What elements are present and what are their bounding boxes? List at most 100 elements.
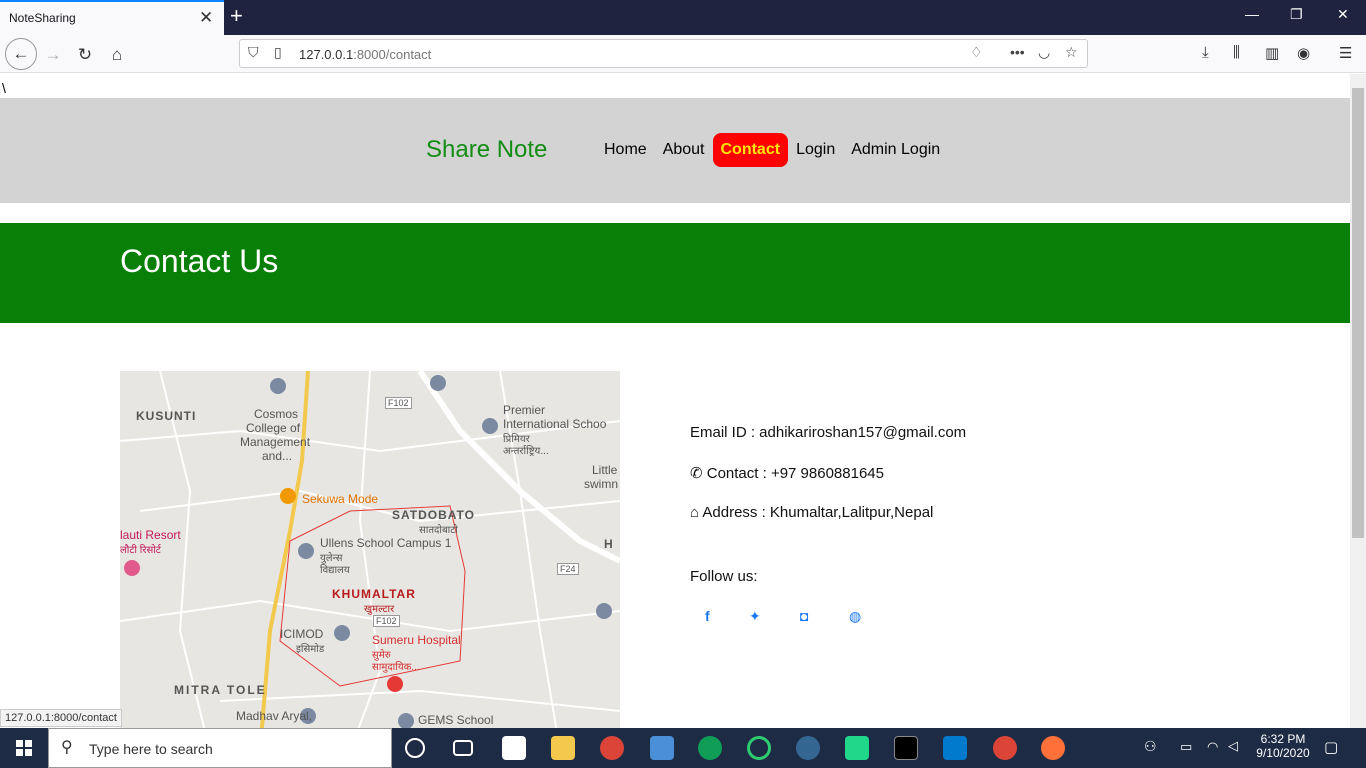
map-label: अन्तर्राष्ट्रिय...	[503, 446, 549, 457]
restore-icon[interactable]: ❐	[1290, 6, 1303, 23]
bookmark-star-icon[interactable]: ☆	[1065, 44, 1078, 61]
clock[interactable]: 6:32 PM 9/10/2020	[1250, 732, 1316, 760]
map-label: लौटी रिसोर्ट	[120, 545, 161, 556]
postgresql-icon[interactable]	[796, 736, 820, 760]
map-road-shield: F24	[557, 563, 579, 575]
map-road-shield: F102	[373, 615, 400, 627]
map-road-shield: F102	[385, 397, 412, 409]
start-button[interactable]	[0, 728, 48, 768]
map-label: SATDOBATO	[392, 508, 475, 522]
vscode-icon[interactable]	[943, 736, 967, 760]
file-explorer-icon[interactable]	[551, 736, 575, 760]
page-info-icon[interactable]: ▯	[274, 44, 282, 61]
map-label: Ullens School Campus 1	[320, 536, 452, 550]
url-text: 127.0.0.1:8000/contact	[299, 47, 432, 62]
site-brand[interactable]: Share Note	[426, 136, 547, 164]
pycharm-icon[interactable]	[845, 736, 869, 760]
notifications-icon[interactable]: ▢	[1324, 738, 1338, 756]
email-info: Email ID : adhikariroshan157@gmail.com	[690, 424, 967, 441]
map-label: Sumeru Hospital	[372, 633, 461, 647]
main-nav: Home About Contact Login Admin Login	[596, 133, 948, 167]
cortana-icon[interactable]	[405, 738, 425, 758]
github-icon[interactable]: ◍	[849, 608, 861, 625]
reload-icon[interactable]: ↻	[71, 41, 99, 69]
close-tab-icon[interactable]: ✕	[199, 9, 213, 26]
battery-icon[interactable]: ▭	[1180, 739, 1192, 755]
map-label: Premier	[503, 403, 546, 417]
follow-us-label: Follow us:	[690, 568, 758, 585]
address-bar[interactable]: ⛉ ▯ 127.0.0.1:8000/contact ♢ ••• ◡ ☆	[239, 39, 1088, 68]
map-label: खुमल्टार	[364, 604, 395, 615]
map-label: इसिमोड	[296, 644, 325, 655]
map-label: swimn	[584, 477, 619, 491]
map-label: Cosmos	[254, 407, 299, 421]
browser-toolbar: ← → ↻ ⌂ ⛉ ▯ 127.0.0.1:8000/contact ♢ •••…	[0, 35, 1366, 73]
chrome-icon[interactable]	[600, 736, 624, 760]
taskbar-search[interactable]: ⚲ Type here to search	[48, 728, 392, 768]
forward-icon[interactable]: →	[39, 41, 67, 69]
map-label: Management	[240, 435, 311, 449]
map-label: GEMS School	[418, 713, 494, 727]
edge-icon[interactable]	[698, 736, 722, 760]
windows-logo-icon	[16, 740, 32, 756]
shield-icon[interactable]: ⛉	[248, 44, 259, 61]
map-label: विद्यालय	[320, 565, 350, 576]
nav-login[interactable]: Login	[788, 133, 843, 167]
lightbulb-icon[interactable]: ♢	[970, 44, 983, 61]
back-icon[interactable]: ←	[5, 38, 37, 70]
minimize-icon[interactable]: —	[1245, 6, 1259, 22]
terminal-icon[interactable]	[894, 736, 918, 760]
download-icon[interactable]: ⤓	[1202, 44, 1209, 61]
nav-contact[interactable]: Contact	[712, 133, 789, 167]
map-label: lauti Resort	[120, 528, 181, 542]
map-label: H	[604, 537, 613, 551]
people-icon[interactable]: ⚇	[1144, 738, 1157, 755]
wifi-icon[interactable]: ◠	[1207, 739, 1218, 755]
contact-text: Contact : +97 9860881645	[702, 465, 884, 482]
nav-about[interactable]: About	[655, 133, 713, 167]
store-icon[interactable]	[502, 736, 526, 760]
page-banner: Contact Us	[0, 223, 1350, 323]
facebook-icon[interactable]: f	[705, 608, 710, 624]
account-icon[interactable]: ◉	[1297, 44, 1310, 62]
windows-taskbar: ⚲ Type here to search ⚇ ▭ ◠ ◁ 6:32 PM 9/…	[0, 728, 1366, 768]
address-info: ⌂ Address : Khumaltar,Lalitpur,Nepal	[690, 504, 933, 521]
search-icon: ⚲	[61, 739, 73, 756]
library-icon[interactable]: ⫼	[1233, 44, 1240, 61]
browser-tab[interactable]: NoteSharing ✕	[0, 0, 224, 35]
map-label: सातदोबाटो	[419, 525, 458, 536]
task-view-icon[interactable]	[453, 740, 473, 756]
chrome-icon[interactable]	[993, 736, 1017, 760]
page-title: Contact Us	[120, 243, 279, 279]
sidebar-icon[interactable]: ▥	[1265, 44, 1279, 62]
browser-tab-bar: NoteSharing ✕ + — ❐ ✕	[0, 0, 1366, 35]
nav-home[interactable]: Home	[596, 133, 655, 167]
status-bar-url: 127.0.0.1:8000/contact	[0, 709, 122, 727]
pocket-icon[interactable]: ◡	[1038, 44, 1050, 61]
instagram-icon[interactable]: ◘	[800, 608, 808, 624]
home-icon: ⌂	[690, 504, 700, 521]
vscode-installer-icon[interactable]	[650, 736, 674, 760]
map-label: Little	[592, 463, 618, 477]
phone-icon: ✆	[690, 465, 703, 482]
volume-icon[interactable]: ◁	[1228, 738, 1238, 754]
firefox-icon[interactable]	[1041, 736, 1065, 760]
map-label: Madhav Aryal,	[236, 709, 313, 723]
home-icon[interactable]: ⌂	[103, 41, 131, 69]
tab-title: NoteSharing	[9, 11, 76, 25]
map-label: ICIMOD	[280, 627, 324, 641]
page-scrollbar[interactable]	[1350, 74, 1366, 728]
address-text: Address : Khumaltar,Lalitpur,Nepal	[699, 504, 934, 521]
twitter-icon[interactable]: ✦	[749, 608, 761, 625]
new-tab-icon[interactable]: +	[230, 4, 243, 28]
more-actions-icon[interactable]: •••	[1010, 44, 1025, 60]
app-icon[interactable]	[747, 736, 771, 760]
clock-time: 6:32 PM	[1260, 732, 1306, 746]
map-label: KUSUNTI	[136, 409, 197, 423]
menu-icon[interactable]: ☰	[1339, 44, 1352, 62]
nav-admin-login[interactable]: Admin Login	[843, 133, 948, 167]
map-label: MITRA TOLE	[174, 683, 267, 697]
scrollbar-thumb[interactable]	[1352, 88, 1364, 538]
embedded-map[interactable]: KUSUNTI Cosmos College of Management and…	[120, 371, 620, 728]
close-window-icon[interactable]: ✕	[1337, 6, 1349, 23]
